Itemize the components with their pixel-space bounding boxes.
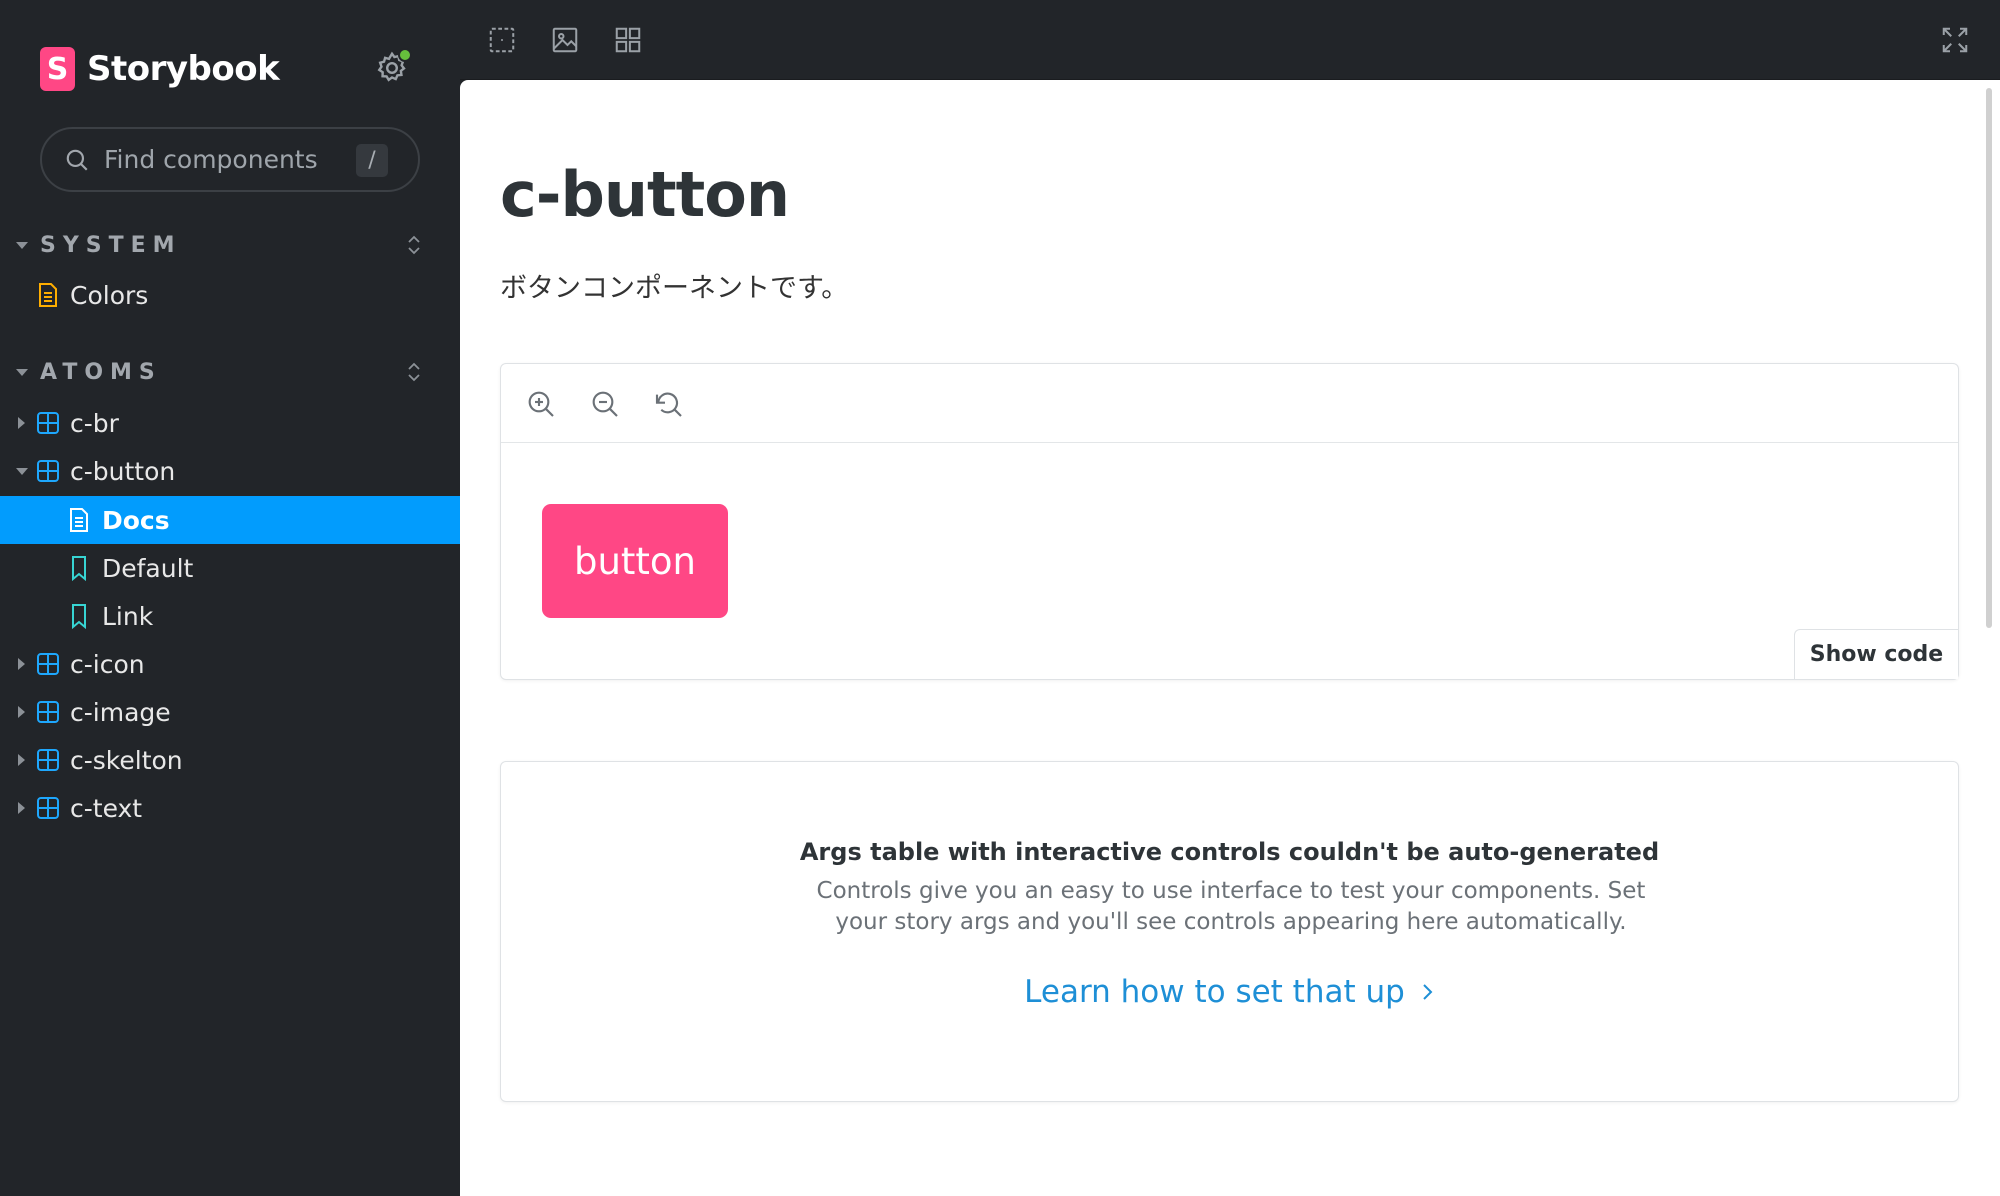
zoom-in-icon[interactable] <box>525 388 557 420</box>
preview-toolbar <box>460 0 2000 80</box>
tree-item-label: Link <box>102 601 154 631</box>
tree-item-link[interactable]: Link <box>0 592 460 640</box>
tree-item-c-button[interactable]: c-button <box>0 447 460 495</box>
grid-icon[interactable] <box>613 25 643 55</box>
page-description: ボタンコンポーネントです。 <box>500 273 849 304</box>
caret-down-icon <box>16 467 28 475</box>
section-atoms[interactable]: ATOMS <box>16 355 426 389</box>
status-dot <box>398 48 412 62</box>
args-table-placeholder: Args table with interactive controls cou… <box>500 761 1959 1102</box>
tree-item-label: c-icon <box>70 649 145 679</box>
storybook-logo-icon: S <box>40 47 75 91</box>
docs-canvas: c-button ボタンコンポーネントです。 button Show code … <box>460 80 2000 1196</box>
story-preview: button Show code <box>500 363 1959 680</box>
search-shortcut-badge: / <box>356 144 388 177</box>
search-icon <box>66 149 88 171</box>
tree-item-label: Colors <box>70 280 149 310</box>
brand[interactable]: S Storybook <box>40 46 280 92</box>
reset-zoom-icon[interactable] <box>653 388 685 420</box>
args-description: Controls give you an easy to use interfa… <box>816 878 1646 935</box>
caret-right-icon <box>18 754 25 766</box>
caret-right-icon <box>18 706 25 718</box>
tree-item-c-br[interactable]: c-br <box>0 399 460 447</box>
zoom-out-icon[interactable] <box>589 388 621 420</box>
tree-item-label: c-br <box>70 408 119 438</box>
tree-item-default[interactable]: Default <box>0 544 460 592</box>
outline-icon[interactable] <box>487 25 517 55</box>
chevron-right-icon <box>1423 984 1433 1000</box>
settings-button[interactable] <box>374 48 412 86</box>
tree-item-colors[interactable]: Colors <box>0 271 460 319</box>
tree-item-label: c-skelton <box>70 745 183 775</box>
bookmark-icon <box>72 604 86 629</box>
tree-item-label: Default <box>102 553 194 583</box>
tree-item-c-skelton[interactable]: c-skelton <box>0 736 460 784</box>
scrollbar[interactable] <box>1986 88 1992 628</box>
caret-right-icon <box>18 802 25 814</box>
tree-item-label: c-button <box>70 456 176 486</box>
component-icon <box>37 460 59 482</box>
image-icon[interactable] <box>550 25 580 55</box>
learn-more-link[interactable]: Learn how to set that up <box>501 974 1958 1010</box>
expand-collapse-icon[interactable] <box>402 359 426 385</box>
tree-item-docs[interactable]: Docs <box>0 496 460 544</box>
component-icon <box>37 412 59 434</box>
component-icon <box>37 701 59 723</box>
component-icon <box>37 653 59 675</box>
document-icon <box>39 283 57 307</box>
tree-item-label: Docs <box>102 505 170 535</box>
bookmark-icon <box>72 556 86 581</box>
search-box[interactable]: / <box>40 127 420 192</box>
brand-name: Storybook <box>87 49 280 89</box>
tree-item-c-image[interactable]: c-image <box>0 688 460 736</box>
tree-item-label: c-text <box>70 793 143 823</box>
tree-item-label: c-image <box>70 697 171 727</box>
story-button[interactable]: button <box>542 504 728 618</box>
caret-down-icon <box>16 241 28 249</box>
args-title: Args table with interactive controls cou… <box>799 838 1660 866</box>
learn-more-label: Learn how to set that up <box>1024 974 1405 1010</box>
show-code-button[interactable]: Show code <box>1794 629 1958 679</box>
document-icon <box>70 508 88 532</box>
preview-toolbar <box>501 364 1958 443</box>
fullscreen-icon[interactable] <box>1940 25 1970 55</box>
caret-right-icon <box>18 417 25 429</box>
section-system[interactable]: SYSTEM <box>16 228 426 262</box>
page-title: c-button <box>500 158 790 231</box>
search-input[interactable] <box>104 145 354 174</box>
section-label: SYSTEM <box>40 232 182 258</box>
section-label: ATOMS <box>40 359 162 385</box>
component-icon <box>37 749 59 771</box>
caret-right-icon <box>18 658 25 670</box>
component-icon <box>37 797 59 819</box>
tree-item-c-text[interactable]: c-text <box>0 784 460 832</box>
sidebar: S Storybook / SYSTEM Colors ATOMS <box>0 0 460 1196</box>
tree-item-c-icon[interactable]: c-icon <box>0 640 460 688</box>
caret-down-icon <box>16 368 28 376</box>
expand-collapse-icon[interactable] <box>402 232 426 258</box>
